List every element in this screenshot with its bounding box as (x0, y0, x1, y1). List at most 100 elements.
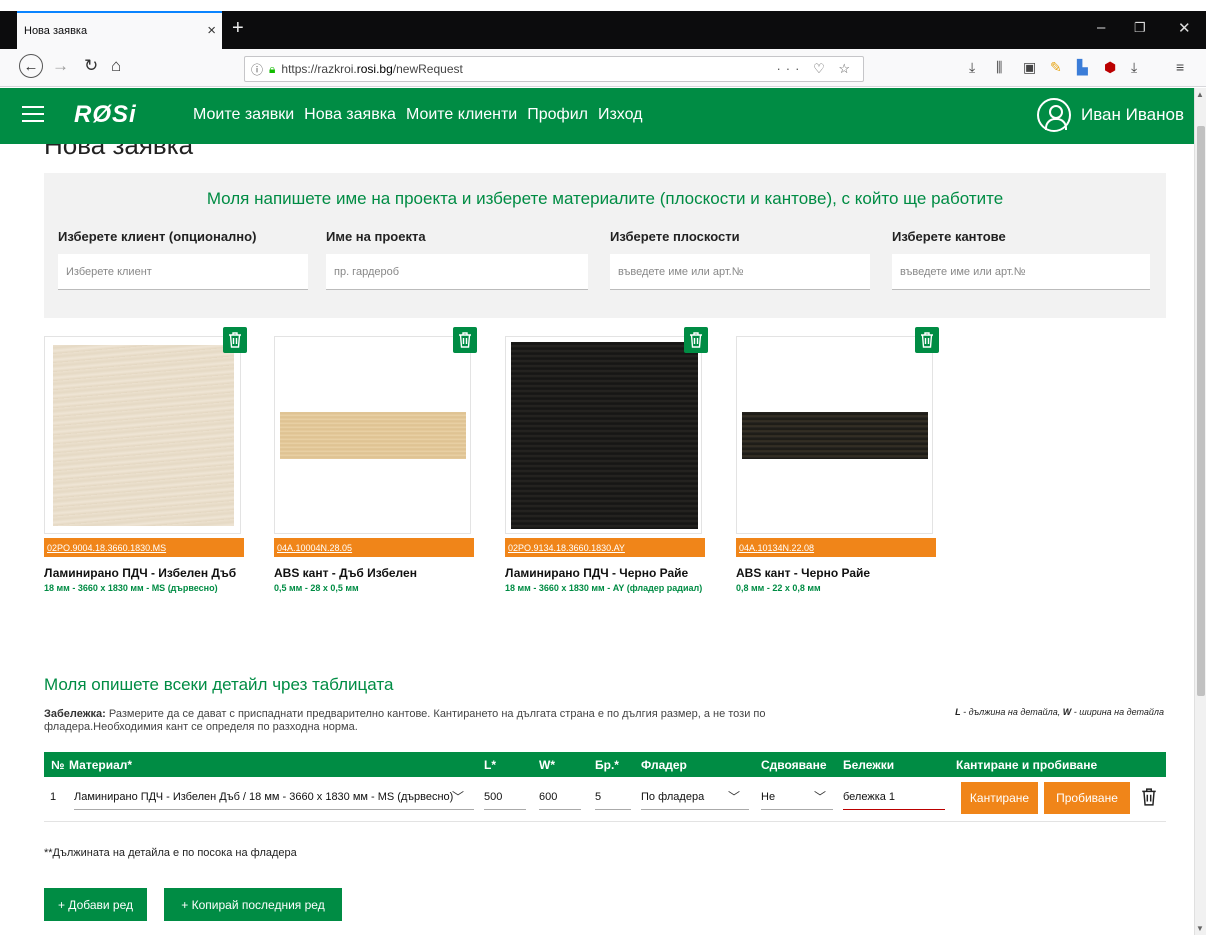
nav-links: Моите заявки Нова заявка Моите клиенти П… (193, 106, 643, 124)
browser-toolbar: ← → ↻ ⌂ ⓘ 🔒︎ https://razkroi. rosi.bg/new… (0, 49, 1206, 87)
forward-icon[interactable]: → (52, 56, 69, 76)
edges-field: Изберете кантове въведете име или арт.№ (892, 229, 1150, 290)
col-edging-drilling: Кантиране и пробиване (956, 758, 1098, 772)
scroll-down-icon[interactable]: ▼ (1196, 924, 1204, 933)
boards-field: Изберете плоскости въведете име или арт.… (610, 229, 870, 290)
site-navbar: RØSi Моите заявки Нова заявка Моите клие… (0, 88, 1194, 144)
tab-close-icon[interactable]: × (207, 22, 216, 39)
extension-translate-icon[interactable]: ▙ (1077, 59, 1088, 76)
ublock-icon[interactable]: ⬢ (1104, 59, 1116, 76)
client-label: Изберете клиент (опционално) (58, 229, 257, 244)
new-tab-icon[interactable]: + (232, 17, 244, 40)
nav-logout[interactable]: Изход (598, 106, 643, 124)
user-name: Иван Иванов (1080, 105, 1184, 124)
tab-title: Нова заявка (24, 25, 88, 37)
rosi-logo[interactable]: RØSi (74, 101, 137, 129)
material-name: Ламинирано ПДЧ - Избелен Дъб (44, 566, 237, 580)
material-image (274, 327, 477, 534)
delete-icon[interactable] (223, 327, 247, 353)
nav-my-requests[interactable]: Моите заявки (193, 106, 294, 124)
info-icon[interactable]: ⓘ (251, 61, 263, 78)
col-notes: Бележки (843, 758, 895, 772)
material-name: ABS кант - Черно Райе (736, 566, 871, 580)
tab-bar: Нова заявка × + – ❐ ✕ (0, 11, 1206, 49)
material-card: 02PO.9134.18.3660.1830.AY Ламинирано ПДЧ… (505, 327, 708, 594)
page-actions-icons[interactable]: ··· ♡ ☆ (776, 61, 855, 77)
library-icon[interactable]: ⫼ (996, 59, 1002, 76)
material-code-link[interactable]: 02PO.9004.18.3660.1830.MS (44, 538, 244, 557)
window-frame (0, 0, 1206, 11)
quantity-input[interactable]: 5 (595, 777, 631, 810)
edges-input[interactable]: въведете име или арт.№ (892, 254, 1150, 290)
col-grain: Фладер (641, 758, 687, 772)
col-length: L* (484, 758, 496, 772)
nav-profile[interactable]: Профил (527, 106, 588, 124)
material-code-link[interactable]: 02PO.9134.18.3660.1830.AY (505, 538, 705, 557)
material-select-value: Ламинирано ПДЧ - Избелен Дъб / 18 мм - 3… (74, 791, 454, 803)
nav-my-clients[interactable]: Моите клиенти (406, 106, 517, 124)
delete-row-icon[interactable] (1141, 788, 1157, 809)
home-icon[interactable]: ⌂ (111, 56, 121, 76)
col-width: W* (539, 758, 555, 772)
downloads-icon[interactable]: ⤓ (969, 59, 975, 76)
grain-select-value: По фладера (641, 791, 705, 803)
reload-icon[interactable]: ↻ (84, 56, 98, 76)
details-table-header: № Материал* L* W* Бр.* Фладер Сдвояване … (44, 752, 1166, 777)
boards-input[interactable]: въведете име или арт.№ (610, 254, 870, 290)
legend-w-text: - ширина на детайла (1071, 707, 1164, 717)
chevron-down-icon[interactable]: ﹀ (728, 788, 740, 805)
sidebar-icon[interactable]: ▣ (1023, 59, 1036, 76)
page-scrollbar[interactable]: ▲ ▼ (1194, 88, 1206, 935)
material-code-link[interactable]: 04A.10134N.22.08 (736, 538, 936, 557)
delete-icon[interactable] (453, 327, 477, 353)
material-desc: 0,8 мм - 22 x 0,8 мм (736, 583, 821, 593)
download-arrow-icon[interactable]: ⤓ (1131, 59, 1137, 76)
user-menu[interactable]: Иван Иванов (1036, 98, 1184, 132)
minimize-icon[interactable]: – (1097, 19, 1105, 36)
copy-last-row-button[interactable]: + Копирай последния ред (164, 888, 342, 921)
boards-label: Изберете плоскости (610, 229, 740, 244)
menu-icon[interactable]: ≡ (1176, 59, 1184, 75)
restore-icon[interactable]: ❐ (1134, 20, 1146, 36)
scrollbar-thumb[interactable] (1197, 126, 1205, 696)
back-icon[interactable]: ← (19, 54, 43, 78)
material-desc: 0,5 мм - 28 x 0,5 мм (274, 583, 359, 593)
url-bar[interactable]: ⓘ 🔒︎ https://razkroi. rosi.bg/newRequest … (244, 56, 864, 82)
scroll-up-icon[interactable]: ▲ (1196, 90, 1204, 99)
delete-icon[interactable] (684, 327, 708, 353)
chevron-down-icon[interactable]: ﹀ (452, 788, 464, 805)
material-image (505, 327, 708, 534)
col-pairing: Сдвояване (761, 758, 827, 772)
url-scheme: https://razkroi. (281, 62, 357, 76)
url-path: /newRequest (392, 62, 463, 76)
project-form-panel: Моля напишете име на проекта и изберете … (44, 173, 1166, 318)
window-close-icon[interactable]: ✕ (1178, 19, 1191, 37)
material-code-link[interactable]: 04A.10004N.28.05 (274, 538, 474, 557)
chevron-down-icon[interactable]: ﹀ (814, 788, 826, 805)
project-name-label: Име на проекта (326, 229, 426, 244)
hamburger-menu-icon[interactable] (22, 106, 44, 122)
material-select[interactable]: Ламинирано ПДЧ - Избелен Дъб / 18 мм - 3… (74, 777, 474, 810)
note-label: Забележка: (44, 708, 106, 720)
client-input[interactable]: Изберете клиент (58, 254, 308, 290)
browser-tab[interactable]: Нова заявка × (17, 11, 222, 49)
table-row: 1 Ламинирано ПДЧ - Избелен Дъб / 18 мм -… (44, 777, 1166, 822)
form-heading: Моля напишете име на проекта и изберете … (206, 189, 1004, 208)
material-image (736, 327, 939, 534)
drilling-button[interactable]: Пробиване (1044, 782, 1130, 814)
delete-icon[interactable] (915, 327, 939, 353)
user-avatar-icon (1036, 98, 1071, 132)
width-input[interactable]: 600 (539, 777, 581, 810)
extension-brush-icon[interactable]: ✎ (1050, 59, 1062, 76)
edging-button[interactable]: Кантиране (961, 782, 1038, 814)
grain-footnote: **Дължината на детайла е по посока на фл… (44, 847, 297, 859)
material-card: 02PO.9004.18.3660.1830.MS Ламинирано ПДЧ… (44, 327, 247, 594)
col-number: № (51, 758, 65, 772)
nav-new-request[interactable]: Нова заявка (304, 106, 396, 124)
row-number: 1 (50, 791, 57, 803)
length-input[interactable]: 500 (484, 777, 526, 810)
material-name: Ламинирано ПДЧ - Черно Райе (505, 566, 689, 580)
project-name-input[interactable]: пр. гардероб (326, 254, 588, 290)
notes-input[interactable]: бележка 1 (843, 777, 945, 810)
add-row-button[interactable]: + Добави ред (44, 888, 147, 921)
